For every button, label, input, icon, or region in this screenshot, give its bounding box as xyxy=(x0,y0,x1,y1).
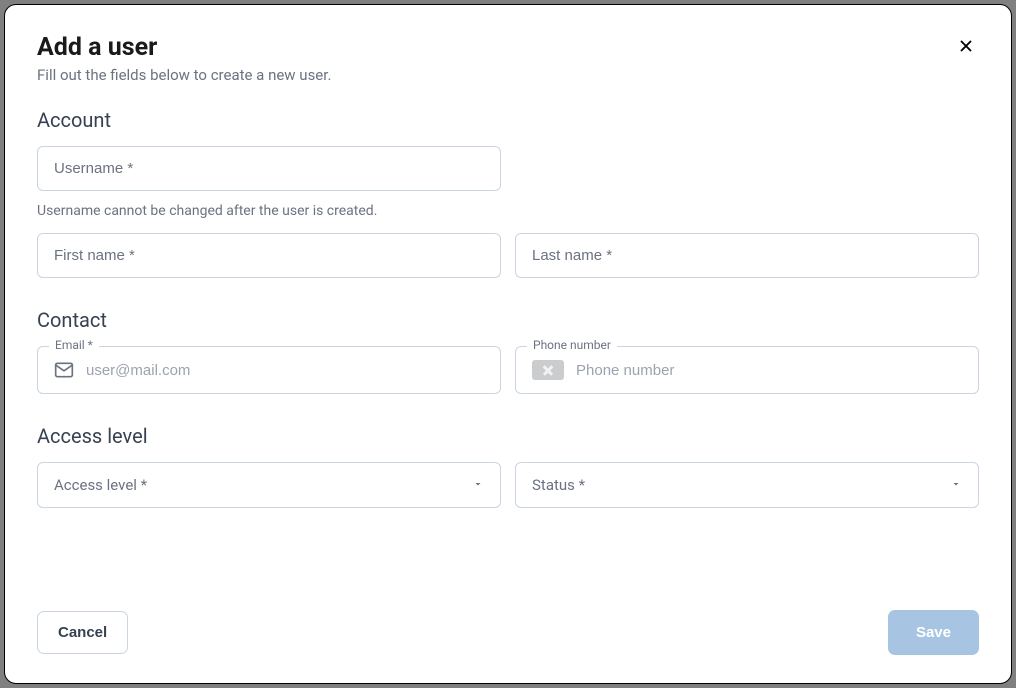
access-level-placeholder: Access level * xyxy=(54,476,147,494)
close-icon xyxy=(957,43,975,58)
username-field-container xyxy=(37,146,501,191)
username-input[interactable] xyxy=(37,146,501,191)
status-select[interactable]: Status * xyxy=(515,462,979,508)
flag-icon[interactable] xyxy=(532,360,564,380)
modal-subtitle: Fill out the fields below to create a ne… xyxy=(37,66,331,84)
contact-section: Contact Email * Phone number xyxy=(37,308,979,406)
section-title-access: Access level xyxy=(37,424,979,448)
email-input[interactable] xyxy=(86,362,484,379)
phone-label: Phone number xyxy=(527,338,617,352)
chevron-down-icon xyxy=(950,476,962,494)
access-level-select[interactable]: Access level * xyxy=(37,462,501,508)
mail-icon xyxy=(54,360,74,380)
email-field-container: Email * xyxy=(37,346,501,394)
phone-input[interactable] xyxy=(576,362,962,379)
modal-header: Add a user Fill out the fields below to … xyxy=(37,33,979,108)
access-section: Access level Access level * Status * xyxy=(37,424,979,520)
last-name-input[interactable] xyxy=(515,233,979,278)
section-title-contact: Contact xyxy=(37,308,979,332)
account-section: Account Username cannot be changed after… xyxy=(37,108,979,290)
modal-title: Add a user xyxy=(37,33,331,62)
access-level-field-container: Access level * xyxy=(37,462,501,508)
section-title-account: Account xyxy=(37,108,979,132)
first-name-field-container xyxy=(37,233,501,278)
cancel-button[interactable]: Cancel xyxy=(37,611,128,654)
close-button[interactable] xyxy=(953,33,979,62)
chevron-down-icon xyxy=(472,476,484,494)
email-label: Email * xyxy=(49,338,99,352)
add-user-modal: Add a user Fill out the fields below to … xyxy=(4,4,1012,684)
last-name-field-container xyxy=(515,233,979,278)
phone-field-container: Phone number xyxy=(515,346,979,394)
save-button[interactable]: Save xyxy=(888,610,979,655)
username-helper-text: Username cannot be changed after the use… xyxy=(37,203,979,219)
first-name-input[interactable] xyxy=(37,233,501,278)
status-field-container: Status * xyxy=(515,462,979,508)
status-placeholder: Status * xyxy=(532,476,585,494)
modal-footer: Cancel Save xyxy=(37,610,979,655)
